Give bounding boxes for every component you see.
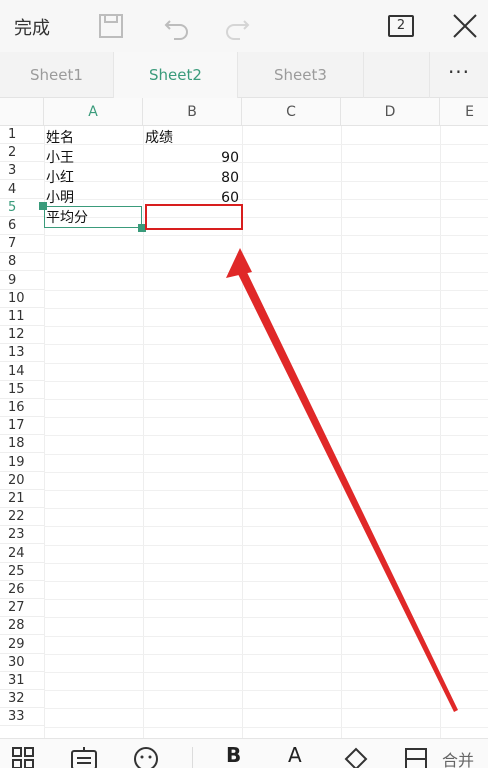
bottom-toolbar: B A 合并 — [0, 738, 488, 768]
font-color-button[interactable]: A — [288, 743, 302, 767]
bold-button[interactable]: B — [226, 743, 241, 767]
apps-icon[interactable] — [10, 745, 38, 768]
toolbar-divider — [192, 747, 193, 768]
sheet-tabs: Sheet1 Sheet2 Sheet3 ··· — [0, 52, 488, 98]
done-button[interactable]: 完成 — [14, 14, 50, 40]
annotation-arrow — [226, 248, 458, 712]
undo-icon[interactable] — [162, 12, 192, 40]
tab-empty[interactable] — [364, 52, 430, 98]
fill-color-icon[interactable] — [342, 745, 370, 768]
save-icon[interactable] — [96, 12, 126, 40]
spreadsheet-grid[interactable]: A B C D E 1 2 3 4 5 6 7 8 9 10 11 12 13 14 15 16 17 18 19 2… — [0, 98, 488, 738]
close-icon[interactable] — [450, 12, 480, 40]
merge-cells-icon[interactable] — [404, 745, 432, 768]
more-options-icon[interactable]: ··· — [430, 52, 488, 98]
redo-icon[interactable] — [222, 12, 252, 40]
emoji-icon[interactable] — [132, 745, 160, 768]
merge-label[interactable]: 合并 — [442, 747, 474, 768]
keyboard-icon[interactable] — [70, 745, 98, 768]
tab-sheet2[interactable]: Sheet2 — [114, 52, 238, 98]
top-toolbar: 完成 2 — [0, 0, 488, 52]
tab-sheet1[interactable]: Sheet1 — [0, 52, 114, 98]
tab-sheet3[interactable]: Sheet3 — [238, 52, 364, 98]
page-count-badge[interactable]: 2 — [388, 15, 414, 37]
